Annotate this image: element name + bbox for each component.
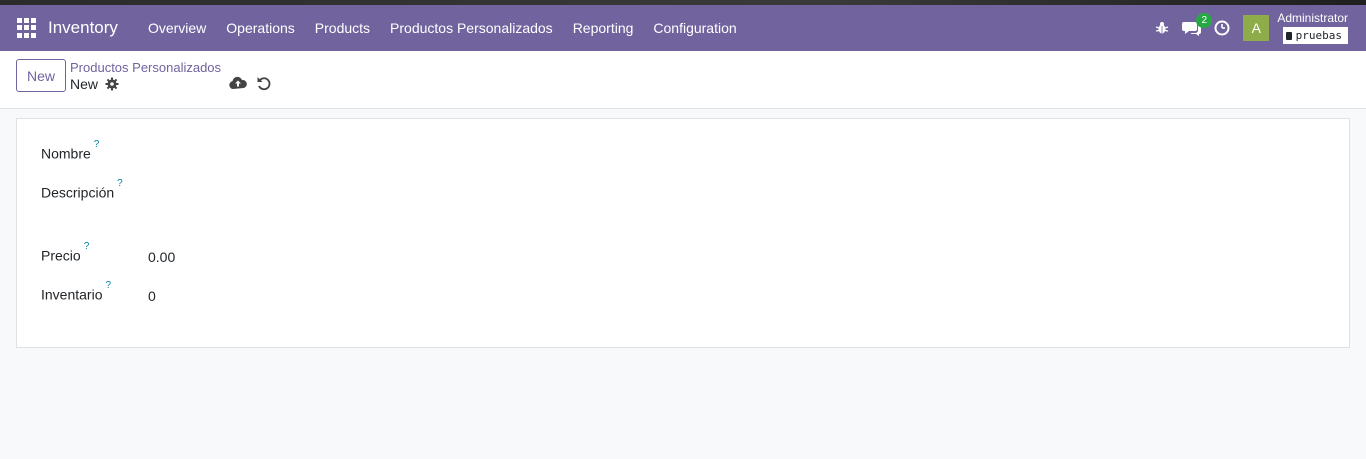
save-cloud-upload-icon[interactable] <box>229 76 247 90</box>
menu-item-operations[interactable]: Operations <box>216 20 304 36</box>
inventario-help-icon[interactable]: ? <box>105 280 111 291</box>
menu-item-configuration[interactable]: Configuration <box>643 20 746 36</box>
messaging-chat-icon[interactable]: 2 <box>1177 5 1213 51</box>
main-navbar: Inventory Overview Operations Products P… <box>0 5 1366 51</box>
activity-clock-icon[interactable] <box>1207 5 1237 51</box>
inventario-input[interactable]: 0 <box>148 288 156 304</box>
precio-help-icon[interactable]: ? <box>84 241 90 252</box>
control-panel: New Productos Personalizados New <box>0 51 1366 109</box>
gear-icon[interactable] <box>105 77 119 91</box>
app-name[interactable]: Inventory <box>48 18 118 38</box>
descripcion-label: Descripción? <box>41 178 123 201</box>
discard-undo-icon[interactable] <box>256 75 272 91</box>
database-name: pruebas <box>1282 27 1348 44</box>
user-avatar[interactable]: A <box>1243 15 1270 41</box>
form-sheet: Nombre? Descripción? Precio? 0.00 Invent… <box>16 118 1350 348</box>
database-icon <box>1285 31 1292 40</box>
menu-item-overview[interactable]: Overview <box>138 20 216 36</box>
descripcion-help-icon[interactable]: ? <box>117 178 123 189</box>
user-name: Administrator <box>1277 11 1348 25</box>
systray: 2 A Administrator pruebas <box>1147 5 1366 51</box>
database-label: pruebas <box>1295 29 1342 42</box>
top-menu: Overview Operations Products Productos P… <box>138 20 747 36</box>
precio-label: Precio? <box>41 241 90 264</box>
record-title: New <box>70 76 99 92</box>
new-record-button[interactable]: New <box>16 59 66 92</box>
breadcrumb-productos-personalizados[interactable]: Productos Personalizados <box>70 60 221 75</box>
nombre-input[interactable] <box>148 145 1318 165</box>
debug-bug-icon[interactable] <box>1147 5 1177 51</box>
menu-item-reporting[interactable]: Reporting <box>563 20 644 36</box>
user-menu[interactable]: Administrator pruebas <box>1277 12 1348 44</box>
app-menu-icon[interactable] <box>17 18 37 38</box>
precio-input[interactable]: 0.00 <box>148 249 175 265</box>
nombre-help-icon[interactable]: ? <box>94 139 100 150</box>
descripcion-input[interactable] <box>148 184 1318 228</box>
inventario-label: Inventario? <box>41 280 112 303</box>
menu-item-products[interactable]: Products <box>305 20 380 36</box>
menu-item-productos-personalizados[interactable]: Productos Personalizados <box>380 20 563 36</box>
nombre-label: Nombre? <box>41 139 100 162</box>
